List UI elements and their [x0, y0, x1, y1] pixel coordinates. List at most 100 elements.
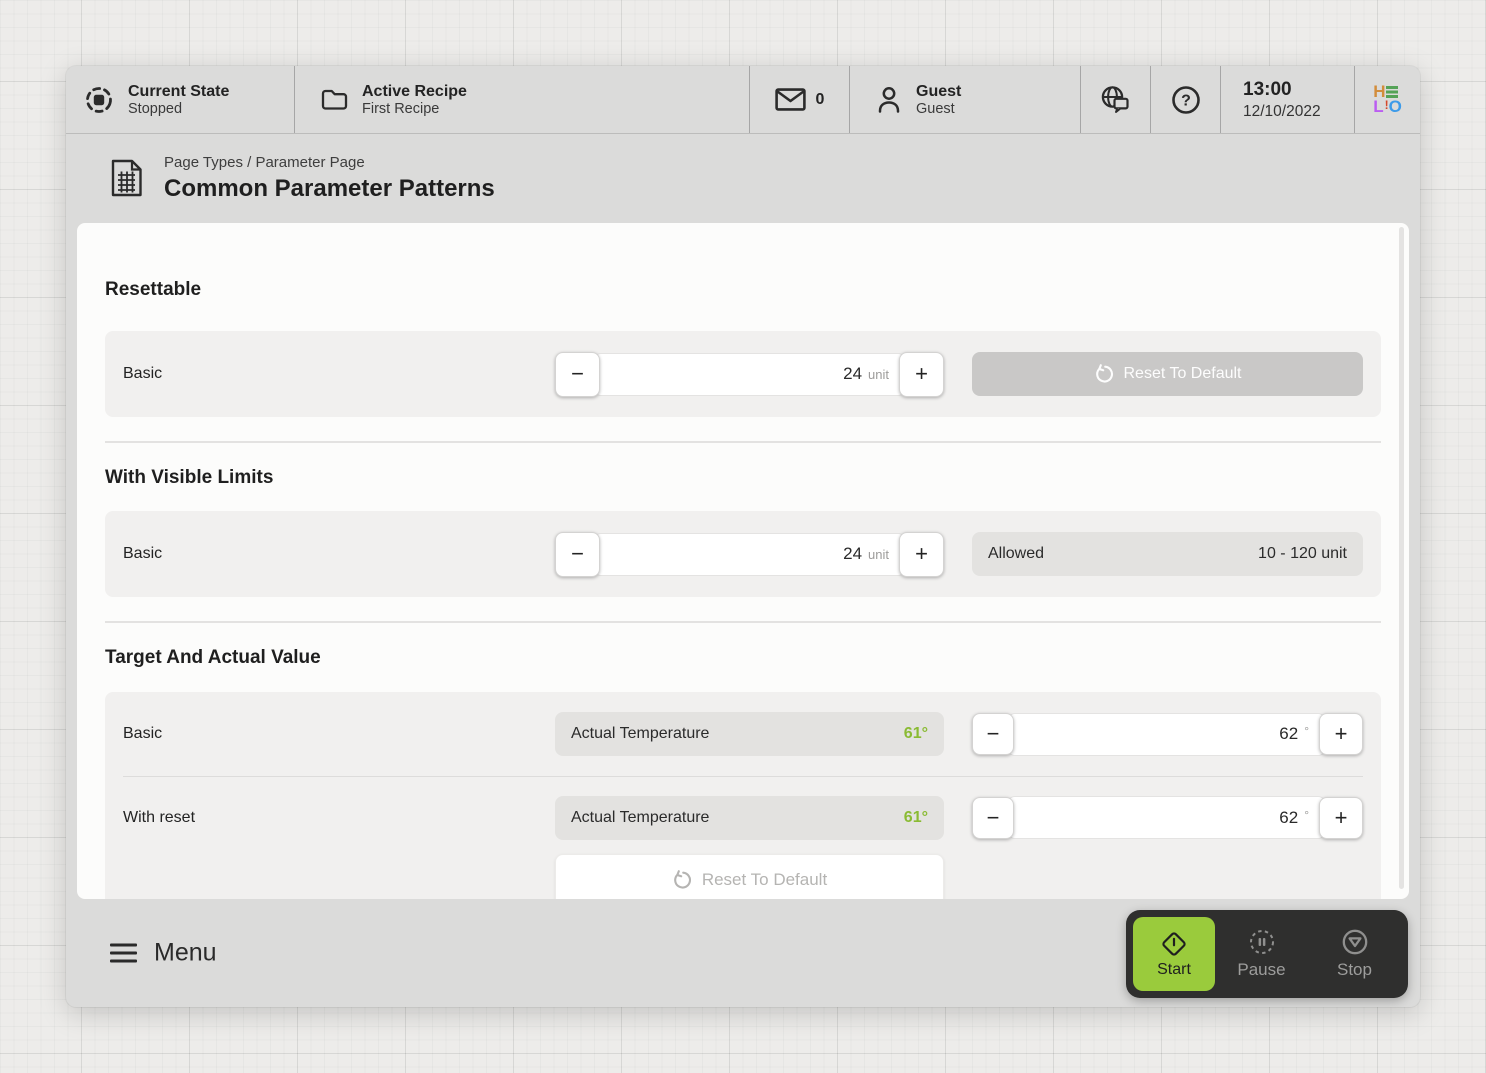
reset-icon	[1094, 364, 1114, 384]
app-window: Current State Stopped Active Recipe Firs…	[66, 66, 1420, 1007]
value-stepper: − 24 unit +	[555, 532, 944, 577]
target-value-stepper: − 62 ° +	[972, 796, 1363, 839]
actual-value: 61°	[904, 809, 928, 827]
messages-count: 0	[816, 91, 825, 109]
current-state-cell[interactable]: Current State Stopped	[66, 66, 295, 133]
active-recipe-value: First Recipe	[362, 101, 467, 118]
page-header: Page Types / Parameter Page Common Param…	[66, 134, 1420, 222]
increment-button[interactable]: +	[1319, 797, 1363, 839]
actual-label: Actual Temperature	[571, 809, 709, 827]
breadcrumb: Page Types / Parameter Page	[164, 154, 495, 171]
decrement-button[interactable]: −	[972, 713, 1014, 755]
user-cell[interactable]: Guest Guest	[850, 66, 1081, 133]
section-title-resettable: Resettable	[105, 279, 1381, 301]
menu-button[interactable]: Menu	[110, 939, 217, 968]
machine-actions-panel: Start Pause	[1126, 910, 1408, 998]
active-recipe-cell[interactable]: Active Recipe First Recipe	[295, 66, 750, 133]
value-stepper: − 24 unit +	[555, 352, 944, 397]
start-label: Start	[1157, 961, 1191, 979]
actual-value-badge: Actual Temperature 61°	[555, 796, 944, 840]
reset-to-default-button[interactable]: Reset To Default	[555, 854, 944, 899]
reset-button-label: Reset To Default	[702, 870, 827, 890]
value-input[interactable]: 24 unit	[593, 533, 906, 576]
value-input[interactable]: 62 °	[1007, 796, 1326, 839]
user-role: Guest	[916, 101, 961, 118]
value-input[interactable]: 24 unit	[593, 353, 906, 396]
parameter-value: 24	[843, 544, 862, 564]
section-divider	[105, 621, 1381, 623]
messages-cell[interactable]: 0	[750, 66, 850, 133]
parameter-label: Basic	[123, 365, 527, 383]
target-unit: °	[1304, 808, 1309, 822]
allowed-range-value: 10 - 120 unit	[1258, 545, 1347, 563]
parameter-row-target-basic: Basic Actual Temperature 61° − 62 ° +	[105, 692, 1381, 776]
clock-time: 13:00	[1243, 79, 1292, 101]
parameter-label: Basic	[123, 545, 527, 563]
logo-letter-o: O	[1389, 100, 1402, 114]
parameter-page-icon	[108, 158, 144, 198]
parameter-row-resettable-basic: Basic − 24 unit + Reset To Default	[105, 331, 1381, 417]
increment-button[interactable]: +	[1319, 713, 1363, 755]
decrement-button[interactable]: −	[555, 532, 600, 577]
language-cell[interactable]	[1081, 66, 1151, 133]
folder-icon	[321, 88, 348, 111]
pause-icon	[1248, 928, 1276, 956]
reset-to-default-button[interactable]: Reset To Default	[972, 352, 1363, 396]
parameter-label: With reset	[123, 796, 527, 840]
machine-state-icon	[84, 85, 114, 115]
help-cell[interactable]: ?	[1151, 66, 1221, 133]
reset-button-label: Reset To Default	[1124, 365, 1242, 383]
stop-label: Stop	[1337, 960, 1372, 980]
target-value: 62	[1279, 724, 1298, 744]
parameter-row-target-with-reset: With reset Actual Temperature 61°	[105, 777, 1381, 899]
content-card: Resettable Basic − 24 unit + Reset To D	[77, 223, 1409, 899]
current-state-value: Stopped	[128, 101, 229, 118]
start-button[interactable]: Start	[1133, 917, 1215, 991]
increment-button[interactable]: +	[899, 352, 944, 397]
target-actual-panel: Basic Actual Temperature 61° − 62 ° + Wi…	[105, 692, 1381, 899]
parameter-unit: unit	[868, 547, 889, 562]
hamburger-icon	[110, 944, 137, 963]
menu-label: Menu	[154, 939, 217, 968]
parameter-row-limits-basic: Basic − 24 unit + Allowed 10 - 120 unit	[105, 511, 1381, 597]
parameter-unit: unit	[868, 367, 889, 382]
svg-text:?: ?	[1181, 92, 1191, 109]
actual-label: Actual Temperature	[571, 725, 709, 743]
section-divider	[105, 441, 1381, 443]
scrollbar-thumb[interactable]	[1399, 227, 1404, 889]
bottom-bar: Menu Start	[66, 899, 1420, 1007]
decrement-button[interactable]: −	[972, 797, 1014, 839]
help-icon: ?	[1170, 84, 1202, 116]
stop-icon	[1341, 928, 1369, 956]
pause-label: Pause	[1237, 960, 1285, 980]
target-value: 62	[1279, 808, 1298, 828]
target-value-stepper: − 62 ° +	[972, 713, 1363, 756]
helio-logo: H L!O	[1373, 85, 1402, 115]
clock-cell: 13:00 12/10/2022	[1221, 66, 1355, 133]
pause-button[interactable]: Pause	[1215, 928, 1308, 980]
actual-value: 61°	[904, 725, 928, 743]
start-icon	[1160, 930, 1188, 958]
logo-letter-l: L	[1373, 100, 1383, 114]
allowed-label: Allowed	[988, 545, 1044, 563]
page-title: Common Parameter Patterns	[164, 175, 495, 203]
parameter-value: 24	[843, 364, 862, 384]
section-title-target-actual: Target And Actual Value	[105, 647, 1381, 669]
reset-icon	[672, 870, 692, 890]
actual-value-badge: Actual Temperature 61°	[555, 712, 944, 756]
value-input[interactable]: 62 °	[1007, 713, 1326, 756]
allowed-range-badge: Allowed 10 - 120 unit	[972, 532, 1363, 576]
parameter-label: Basic	[123, 725, 527, 743]
language-globe-icon	[1099, 85, 1132, 115]
user-icon	[876, 86, 902, 114]
active-recipe-label: Active Recipe	[362, 82, 467, 101]
decrement-button[interactable]: −	[555, 352, 600, 397]
stop-button[interactable]: Stop	[1308, 928, 1401, 980]
section-title-visible-limits: With Visible Limits	[105, 467, 1381, 489]
envelope-icon	[775, 88, 806, 111]
user-name: Guest	[916, 82, 961, 101]
increment-button[interactable]: +	[899, 532, 944, 577]
top-status-bar: Current State Stopped Active Recipe Firs…	[66, 66, 1420, 134]
current-state-label: Current State	[128, 82, 229, 101]
target-unit: °	[1304, 724, 1309, 738]
